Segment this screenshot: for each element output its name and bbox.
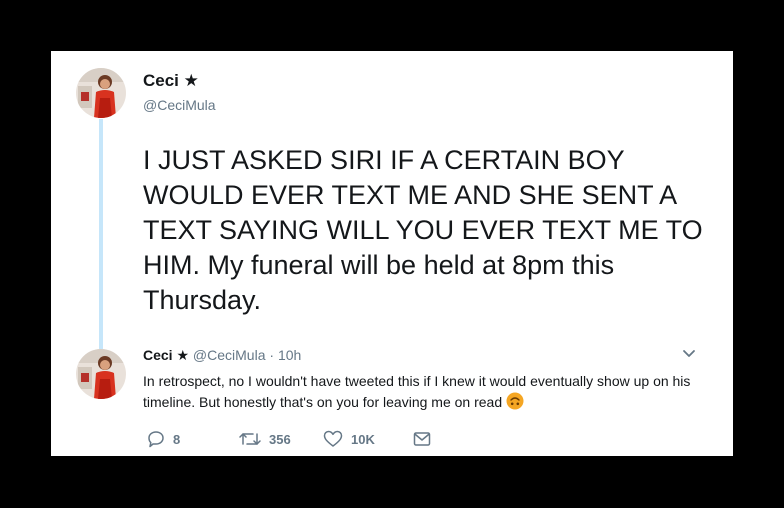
reply-button[interactable]: 8	[147, 429, 180, 449]
author-display-name[interactable]: Ceci ★	[143, 71, 199, 91]
direct-message-button[interactable]	[413, 429, 431, 449]
heart-icon	[323, 430, 343, 447]
reply-header: Ceci ★ @CeciMula · 10h	[143, 347, 301, 364]
avatar[interactable]	[76, 68, 126, 118]
display-name-text: Ceci	[143, 71, 179, 90]
star-icon: ★	[183, 71, 199, 90]
author-handle[interactable]: @CeciMula	[143, 97, 216, 113]
retweet-icon	[239, 433, 261, 445]
profile-photo-icon	[76, 349, 126, 399]
reply-tweet-text: In retrospect, no I wouldn't have tweete…	[143, 371, 698, 413]
reply-count: 8	[173, 431, 181, 447]
retweet-count: 356	[269, 431, 291, 447]
envelope-icon	[413, 432, 431, 446]
like-count: 10K	[351, 431, 375, 447]
chevron-down-icon[interactable]	[682, 349, 696, 359]
reply-avatar[interactable]	[76, 349, 126, 399]
upside-down-face-icon	[506, 392, 524, 410]
star-icon: ★	[176, 347, 190, 363]
dot-separator: ·	[269, 347, 275, 363]
tweet-text: I JUST ASKED SIRI IF A CERTAIN BOY WOULD…	[143, 145, 703, 315]
retweet-button[interactable]: 356	[239, 429, 291, 449]
like-button[interactable]: 10K	[323, 429, 375, 449]
reply-timestamp[interactable]: 10h	[278, 347, 301, 363]
reply-display-name[interactable]: Ceci	[143, 347, 173, 363]
tweet-card: Ceci ★ @CeciMula I JUST ASKED SIRI IF A …	[51, 51, 733, 456]
profile-photo-icon	[76, 68, 126, 118]
reply-handle[interactable]: @CeciMula	[193, 347, 266, 363]
comment-icon	[148, 431, 164, 448]
reply-text-body: In retrospect, no I wouldn't have tweete…	[143, 373, 691, 410]
